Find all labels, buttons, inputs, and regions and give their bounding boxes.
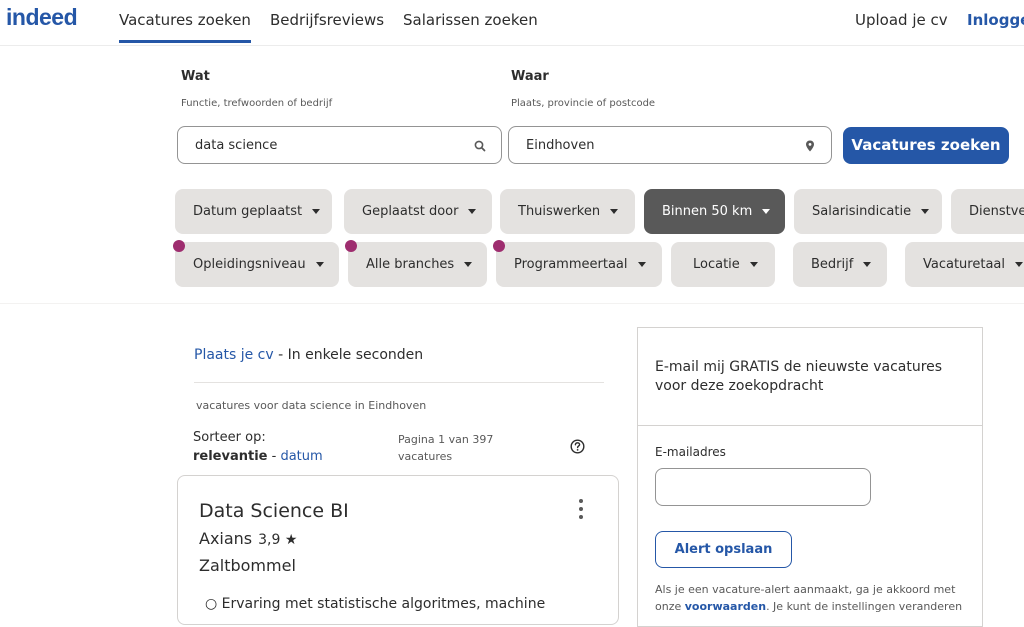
search-icon [474,140,486,152]
filter-alle-branches[interactable]: Alle branches [348,242,487,287]
filter-label: Alle branches [366,257,455,272]
filter-bedrijf[interactable]: Bedrijf [793,242,887,287]
what-input[interactable]: data science [177,126,502,164]
filter-label: Datum geplaatst [193,204,303,219]
job-card[interactable]: Data Science BI Axians 3,9 ★ Zaltbommel ○… [177,475,619,625]
sort-label: Sorteer op: [193,430,266,445]
email-field[interactable] [655,468,871,506]
where-label: Waar [511,69,549,84]
place-cv-banner: Plaats je cv - In enkele seconden [194,347,423,363]
alert-divider [638,425,982,426]
indeed-logo[interactable]: indeed [6,4,78,31]
chevron-down-icon [315,262,324,267]
filter-label: Vacaturetaal [923,257,1005,272]
results-subtitle: vacatures voor data science in Eindhoven [196,399,427,412]
filter-active-dot [345,240,357,252]
nav-salarissen-zoeken[interactable]: Salarissen zoeken [403,11,538,29]
company-rating: 3,9 ★ [258,532,298,548]
job-snippet-bullet: ○ Ervaring met statistische algoritmes, … [205,596,546,612]
alert-terms-note: Als je een vacature-alert aanmaakt, ga j… [655,581,967,615]
chevron-down-icon [749,262,758,267]
chevron-down-icon [468,209,477,214]
location-pin-icon [806,140,814,152]
chevron-down-icon [863,262,872,267]
filter-salarisindicatie[interactable]: Salarisindicatie [794,189,942,234]
chevron-down-icon [610,209,619,214]
filter-label: Binnen 50 km [662,204,753,219]
chevron-down-icon [637,262,646,267]
section-divider [0,303,1024,304]
banner-divider [194,382,604,383]
email-label: E-mailadres [655,445,726,459]
where-hint: Plaats, provincie of postcode [511,98,656,109]
filter-label: Opleidingsniveau [193,257,306,272]
chevron-down-icon [1015,262,1023,267]
help-icon[interactable] [570,439,585,454]
sort-separator: - [267,449,281,464]
filter-vacaturetaal[interactable]: Vacaturetaal [905,242,1024,287]
sort-relevance: relevantie [193,449,268,464]
filter-label: Geplaatst door [362,204,459,219]
filter-label: Dienstve [969,204,1024,219]
chevron-down-icon [921,209,930,214]
filter-label: Salarisindicatie [812,204,912,219]
sort-options: relevantie - datum [193,449,323,464]
what-label: Wat [181,69,210,84]
filter-label: Locatie [693,257,740,272]
pagination-info: Pagina 1 van 397 vacatures [398,433,494,463]
chevron-down-icon [464,262,473,267]
filter-active-dot [493,240,505,252]
top-header: indeed Vacatures zoeken Bedrijfsreviews … [0,0,1024,46]
more-options-icon[interactable] [578,498,584,520]
job-company: Axians 3,9 ★ [199,529,297,548]
filter-datum-geplaatst[interactable]: Datum geplaatst [175,189,332,234]
filter-dienstverband[interactable]: Dienstve [951,189,1024,234]
filter-active-dot [173,240,185,252]
company-name[interactable]: Axians [199,529,252,548]
job-alert-panel: E-mail mij GRATIS de nieuwste vacatures … [637,327,983,627]
filter-label: Thuiswerken [518,204,601,219]
note-line-1: Als je een vacature-alert aanmaakt, ga j… [655,583,956,596]
login-link[interactable]: Inlogge [967,11,1024,29]
alert-heading: E-mail mij GRATIS de nieuwste vacatures … [655,359,943,394]
upload-cv-link[interactable]: Upload je cv [855,11,948,29]
job-title[interactable]: Data Science BI [199,500,349,522]
filter-programmeertaal[interactable]: Programmeertaal [496,242,662,287]
save-alert-button[interactable]: Alert opslaan [655,531,792,568]
chevron-down-icon [312,209,321,214]
what-input-value: data science [195,138,278,153]
nav-bedrijfsreviews[interactable]: Bedrijfsreviews [270,11,384,29]
filter-opleidingsniveau[interactable]: Opleidingsniveau [175,242,339,287]
filter-geplaatst-door[interactable]: Geplaatst door [344,189,492,234]
chevron-down-icon [762,209,771,214]
filter-thuiswerken[interactable]: Thuiswerken [500,189,635,234]
where-input[interactable]: Eindhoven [508,126,832,164]
place-cv-text: - In enkele seconden [273,347,424,363]
what-hint: Functie, trefwoorden of bedrijf [181,98,333,109]
search-button[interactable]: Vacatures zoeken [843,127,1009,164]
job-location: Zaltbommel [199,556,296,575]
sort-date-link[interactable]: datum [280,449,322,464]
where-input-value: Eindhoven [526,138,595,153]
filter-binnen-50-km[interactable]: Binnen 50 km [644,189,785,234]
place-cv-link[interactable]: Plaats je cv [194,347,274,363]
nav-vacatures-zoeken[interactable]: Vacatures zoeken [119,11,251,43]
filter-locatie[interactable]: Locatie [671,242,775,287]
filter-label: Bedrijf [811,257,854,272]
filter-label: Programmeertaal [514,257,628,272]
